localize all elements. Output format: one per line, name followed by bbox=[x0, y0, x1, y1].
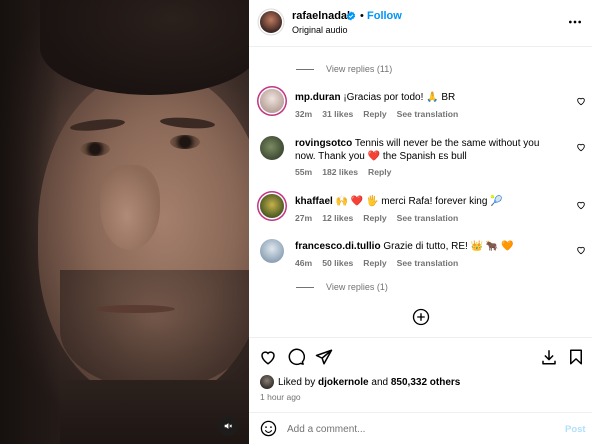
comment-text: Grazie di tutto, RE! 👑 🐂 🧡 bbox=[383, 241, 514, 252]
comment-body: khaffael 🙌 ❤️ 🖐 merci Rafa! forever king… bbox=[295, 195, 557, 208]
comment-meta: 27m 12 likes Reply See translation bbox=[295, 213, 458, 223]
video-eye-left bbox=[80, 142, 110, 156]
liked-by-summary: Liked by djokernole and 850,332 others bbox=[260, 375, 460, 389]
video-eye-right bbox=[170, 135, 200, 149]
comment-avatar[interactable] bbox=[260, 136, 284, 160]
comment-username[interactable]: mp.duran bbox=[295, 92, 341, 103]
view-replies-label: View replies (11) bbox=[326, 64, 393, 74]
header-separator: • bbox=[360, 10, 364, 22]
author-username[interactable]: rafaelnadal bbox=[292, 10, 350, 22]
more-options-icon[interactable] bbox=[567, 15, 583, 29]
comment-time[interactable]: 27m bbox=[295, 213, 312, 223]
reply-button[interactable]: Reply bbox=[363, 258, 386, 268]
video-mouth bbox=[95, 305, 175, 313]
comment-username[interactable]: rovingsotco bbox=[295, 138, 352, 149]
see-translation-button[interactable]: See translation bbox=[397, 213, 459, 223]
liked-by-user[interactable]: djokernole bbox=[318, 377, 369, 388]
comment-meta: 46m 50 likes Reply See translation bbox=[295, 258, 458, 268]
post-comment-button[interactable]: Post bbox=[565, 424, 586, 435]
heart-icon[interactable] bbox=[576, 200, 586, 210]
share-icon[interactable] bbox=[315, 348, 333, 366]
liked-by-and: and bbox=[368, 376, 391, 388]
comment-avatar[interactable] bbox=[260, 89, 284, 113]
comment-time[interactable]: 46m bbox=[295, 258, 312, 268]
see-translation-button[interactable]: See translation bbox=[397, 258, 459, 268]
mute-icon bbox=[224, 423, 233, 429]
follow-button[interactable]: Follow bbox=[367, 10, 402, 22]
comment-username[interactable]: khaffael bbox=[295, 196, 333, 207]
mute-button[interactable] bbox=[218, 416, 238, 436]
heart-icon[interactable] bbox=[259, 348, 277, 366]
comment-text: ¡Gracias por todo! 🙏 BR bbox=[343, 92, 456, 103]
author-avatar[interactable] bbox=[260, 11, 282, 33]
comment-likes[interactable]: 12 likes bbox=[322, 213, 353, 223]
view-replies-label: View replies (1) bbox=[326, 282, 388, 292]
view-replies-top[interactable]: View replies (11) bbox=[296, 64, 392, 74]
comment-likes[interactable]: 50 likes bbox=[322, 258, 353, 268]
liked-by-prefix: Liked by bbox=[278, 376, 319, 388]
reply-button[interactable]: Reply bbox=[363, 109, 386, 119]
comment-icon[interactable] bbox=[287, 348, 305, 366]
replies-line bbox=[296, 286, 314, 288]
reply-button[interactable]: Reply bbox=[363, 213, 386, 223]
download-icon[interactable] bbox=[540, 348, 558, 366]
comment-meta: 32m 31 likes Reply See translation bbox=[295, 109, 458, 119]
add-circle-icon[interactable] bbox=[412, 308, 430, 326]
heart-icon[interactable] bbox=[576, 142, 586, 152]
comment-avatar[interactable] bbox=[260, 239, 284, 263]
see-translation-button[interactable]: See translation bbox=[397, 109, 459, 119]
video-hair bbox=[40, 0, 249, 95]
post-video[interactable] bbox=[0, 0, 249, 444]
view-replies-bottom[interactable]: View replies (1) bbox=[296, 282, 388, 292]
emoji-icon[interactable] bbox=[260, 420, 277, 437]
heart-icon[interactable] bbox=[576, 245, 586, 255]
comment-meta: 55m 182 likes Reply bbox=[295, 167, 391, 177]
comment-likes[interactable]: 182 likes bbox=[322, 167, 358, 177]
comment-likes[interactable]: 31 likes bbox=[322, 109, 353, 119]
save-icon[interactable] bbox=[567, 348, 585, 366]
heart-icon[interactable] bbox=[576, 96, 586, 106]
comment-time[interactable]: 32m bbox=[295, 109, 312, 119]
comment-username[interactable]: francesco.di.tullio bbox=[295, 241, 381, 252]
liked-by-count[interactable]: 850,332 others bbox=[391, 377, 461, 388]
video-neck bbox=[60, 380, 249, 444]
post-panel: rafaelnadal • Follow Original audio View… bbox=[249, 0, 592, 444]
comment-body: mp.duran ¡Gracias por todo! 🙏 BR bbox=[295, 91, 557, 104]
scrolled-off-text bbox=[296, 40, 376, 48]
comment-avatar[interactable] bbox=[260, 194, 284, 218]
video-beard bbox=[60, 270, 249, 390]
liked-by-avatar[interactable] bbox=[260, 375, 274, 389]
comment-composer: Post bbox=[249, 412, 592, 444]
comment-text: 🙌 ❤️ 🖐 merci Rafa! forever king 🎾 bbox=[335, 196, 503, 207]
audio-label[interactable]: Original audio bbox=[292, 25, 348, 35]
comment-input[interactable] bbox=[287, 420, 547, 438]
comment-body: francesco.di.tullio Grazie di tutto, RE!… bbox=[295, 240, 557, 253]
replies-line bbox=[296, 68, 314, 70]
comment-time[interactable]: 55m bbox=[295, 167, 312, 177]
comment-body: rovingsotco Tennis will never be the sam… bbox=[295, 137, 557, 163]
video-nose bbox=[100, 165, 160, 250]
post-time[interactable]: 1 hour ago bbox=[260, 392, 301, 402]
verified-badge-icon bbox=[346, 11, 356, 21]
reply-button[interactable]: Reply bbox=[368, 167, 391, 177]
